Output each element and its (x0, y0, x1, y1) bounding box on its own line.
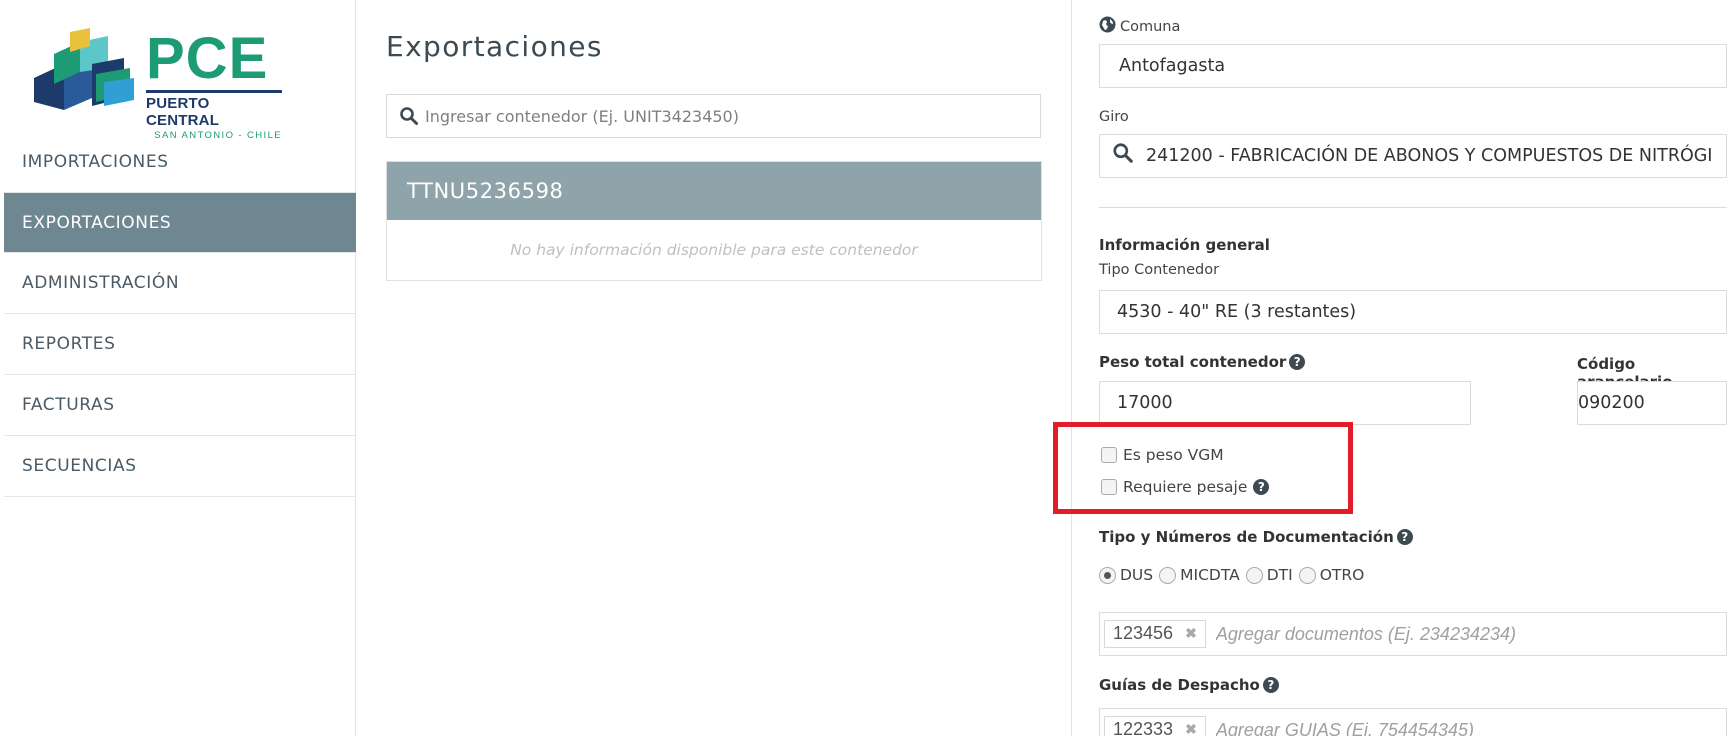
peso-field[interactable]: 17000 (1099, 381, 1471, 425)
sidebar-nav: IMPORTACIONES EXPORTACIONES ADMINISTRACI… (4, 132, 356, 497)
help-icon[interactable]: ? (1262, 677, 1279, 693)
radio-dus[interactable]: DUS (1099, 566, 1153, 584)
guia-tag: 122333 ✖ (1104, 716, 1206, 736)
radio-otro-label: OTRO (1319, 566, 1365, 584)
radio-otro[interactable]: OTRO (1298, 566, 1365, 584)
annotation-highlight-box (1053, 422, 1353, 514)
radio-micdta[interactable]: MICDTA (1159, 566, 1240, 584)
giro-value: 241200 - FABRICACIÓN DE ABONOS Y COMPUES… (1146, 146, 1713, 166)
documento-tag-label: 123456 (1113, 623, 1174, 643)
container-card: TTNU5236598 No hay información disponibl… (386, 161, 1042, 281)
search-icon (400, 107, 418, 125)
container-empty-message: No hay información disponible para este … (510, 241, 918, 259)
pce-logo[interactable]: PCE PUERTO CENTRAL SAN ANTONIO - CHILE (34, 28, 284, 141)
help-icon[interactable]: ? (1396, 529, 1413, 545)
radio-dti[interactable]: DTI (1245, 566, 1293, 584)
radio-button[interactable] (1298, 566, 1316, 584)
sidebar: PCE PUERTO CENTRAL SAN ANTONIO - CHILE I… (0, 0, 356, 736)
codigo-arancelario-field[interactable]: 090200 (1577, 381, 1727, 425)
remove-tag-icon[interactable]: ✖ (1185, 625, 1197, 642)
sidebar-item-facturas[interactable]: FACTURAS (4, 375, 356, 436)
documentos-input[interactable] (1215, 623, 1616, 645)
guia-tag-label: 122333 (1113, 719, 1174, 736)
radio-button[interactable] (1099, 566, 1116, 584)
documentacion-label-text: Tipo y Números de Documentación (1099, 528, 1394, 546)
giro-field[interactable]: 241200 - FABRICACIÓN DE ABONOS Y COMPUES… (1099, 134, 1727, 178)
sidebar-item-exportaciones[interactable]: EXPORTACIONES (4, 193, 356, 253)
sidebar-item-reportes[interactable]: REPORTES (4, 314, 356, 375)
container-search[interactable] (386, 94, 1041, 138)
guias-label-text: Guías de Despacho (1099, 676, 1260, 694)
container-id-header[interactable]: TTNU5236598 (387, 162, 1041, 220)
radio-button[interactable] (1245, 566, 1263, 584)
comuna-field[interactable]: Antofagasta (1099, 44, 1727, 88)
giro-label: Giro (1099, 109, 1129, 125)
comuna-label-text: Comuna (1120, 19, 1181, 35)
sidebar-item-administracion[interactable]: ADMINISTRACIÓN (4, 253, 356, 314)
guias-tag-input[interactable]: 122333 ✖ (1099, 708, 1727, 736)
radio-dus-label: DUS (1120, 566, 1154, 584)
container-search-input[interactable] (425, 106, 985, 126)
guias-input[interactable] (1215, 719, 1616, 736)
peso-label-text: Peso total contenedor (1099, 353, 1287, 371)
sidebar-item-importaciones[interactable]: IMPORTACIONES (4, 132, 356, 193)
help-icon[interactable]: ? (1289, 354, 1306, 370)
info-general-heading: Información general (1099, 236, 1270, 254)
peso-label: Peso total contenedor? (1099, 353, 1306, 371)
column-divider (1071, 0, 1072, 736)
documentos-tag-input[interactable]: 123456 ✖ (1099, 612, 1727, 656)
doc-type-radio-group: DUS MICDTA DTI OTRO (1099, 566, 1370, 584)
comuna-label: Comuna (1099, 16, 1180, 35)
documento-tag: 123456 ✖ (1104, 620, 1206, 648)
sidebar-item-secuencias[interactable]: SECUENCIAS (4, 436, 356, 497)
radio-button[interactable] (1159, 566, 1177, 584)
documentacion-label: Tipo y Números de Documentación? (1099, 528, 1413, 546)
tipo-contenedor-field[interactable]: 4530 - 40" RE (3 restantes) (1099, 290, 1727, 334)
search-icon (1113, 143, 1133, 163)
logo-line1: PUERTO CENTRAL (146, 90, 282, 129)
radio-micdta-label: MICDTA (1180, 566, 1240, 584)
radio-dti-label: DTI (1266, 566, 1293, 584)
logo-cube-icon (34, 28, 134, 110)
logo-brand: PCE (146, 26, 269, 91)
remove-tag-icon[interactable]: ✖ (1185, 721, 1197, 736)
page-title: Exportaciones (386, 30, 603, 63)
guias-label: Guías de Despacho? (1099, 676, 1279, 694)
tipo-contenedor-label: Tipo Contenedor (1099, 262, 1220, 278)
globe-icon (1099, 16, 1116, 33)
section-divider (1099, 207, 1727, 208)
